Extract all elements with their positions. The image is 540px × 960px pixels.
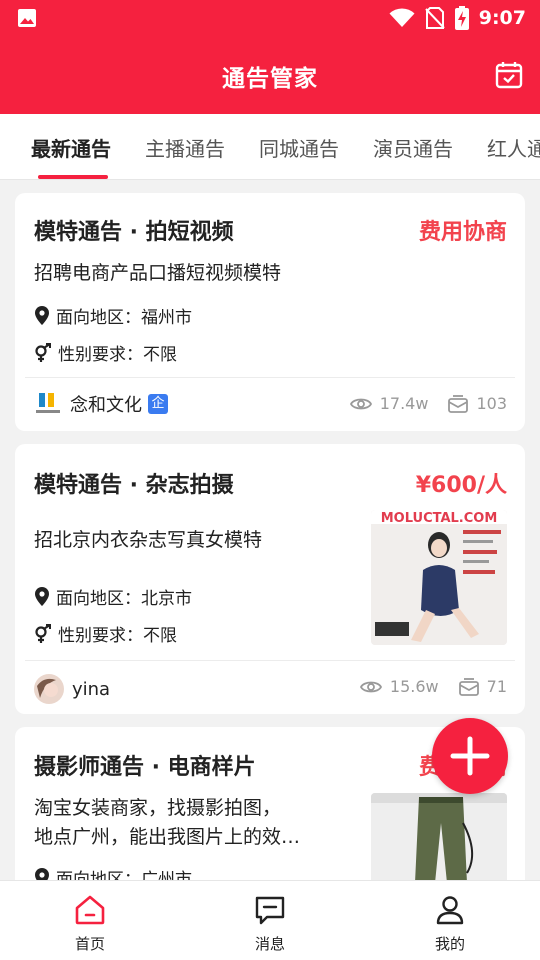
notice-card[interactable]: 模特通告 · 拍短视频 费用协商 招聘电商产品口播短视频模特 面向地区： 福州市 … xyxy=(15,193,525,431)
thumbnail-image: MOLUCTAL.COM xyxy=(371,510,507,645)
battery-charging-icon xyxy=(454,6,469,30)
gender-value: 不限 xyxy=(143,626,177,646)
page-title: 通告管家 xyxy=(222,66,318,92)
card-stats: 15.6w 71 xyxy=(359,677,507,696)
card-gender: 性别要求： 不限 xyxy=(34,340,177,365)
nav-messages-label: 消息 xyxy=(254,935,285,953)
company-logo-icon xyxy=(36,393,60,413)
gender-value: 不限 xyxy=(143,345,177,365)
card-region: 面向地区： 广州市 xyxy=(34,865,192,880)
location-icon xyxy=(35,867,49,880)
region-label: 面向地区： xyxy=(56,308,141,328)
gender-icon xyxy=(35,623,51,643)
region-value: 福州市 xyxy=(141,308,192,328)
tab-indicator xyxy=(38,175,108,179)
card-region: 面向地区： 北京市 xyxy=(34,584,192,609)
category-tabs: 最新通告 主播通告 同城通告 演员通告 红人通 xyxy=(0,114,540,180)
nav-home-label: 首页 xyxy=(74,935,105,953)
tab-latest[interactable]: 最新通告 xyxy=(31,133,111,162)
thumbnail-image xyxy=(371,793,507,880)
card-divider xyxy=(25,660,515,661)
apply-count: 71 xyxy=(486,677,507,696)
location-icon xyxy=(35,586,49,606)
gender-icon xyxy=(35,342,51,362)
nav-profile-label: 我的 xyxy=(434,935,465,953)
card-author[interactable]: yina xyxy=(34,674,110,704)
plus-icon xyxy=(450,736,490,776)
card-desc-line2: 地点广州，能出我图片上的效… xyxy=(34,826,301,848)
author-name: 念和文化 xyxy=(70,395,142,416)
region-label: 面向地区： xyxy=(56,870,141,880)
avatar xyxy=(34,674,64,704)
card-gender: 性别要求： 不限 xyxy=(34,621,177,646)
card-thumbnail[interactable]: MOLUCTAL.COM xyxy=(371,510,507,645)
card-price: ¥600/人 xyxy=(415,473,507,498)
apply-icon xyxy=(458,677,479,696)
apply-icon xyxy=(448,394,469,413)
status-time: 9:07 xyxy=(478,7,526,29)
profile-icon xyxy=(436,896,464,925)
bottom-nav: 首页 消息 我的 xyxy=(0,880,540,960)
eye-icon xyxy=(349,398,372,409)
region-value: 广州市 xyxy=(141,870,192,880)
status-bar: 9:07 xyxy=(0,0,540,36)
card-title: 模特通告 · 杂志拍摄 xyxy=(34,473,234,498)
add-notice-button[interactable] xyxy=(432,718,508,794)
card-desc: 招北京内衣杂志写真女模特 xyxy=(34,529,263,551)
calendar-icon[interactable] xyxy=(494,60,524,90)
message-icon xyxy=(255,896,285,925)
view-count: 17.4w xyxy=(379,394,429,413)
tab-streamer[interactable]: 主播通告 xyxy=(145,133,225,162)
view-count: 15.6w xyxy=(389,677,439,696)
gender-label: 性别要求： xyxy=(58,345,143,365)
enterprise-badge: 企 xyxy=(148,394,168,414)
card-stats: 17.4w 103 xyxy=(349,394,507,413)
gallery-icon xyxy=(18,9,36,27)
card-author[interactable]: 念和文化 企 xyxy=(34,391,168,417)
card-thumbnail[interactable] xyxy=(371,793,507,880)
region-value: 北京市 xyxy=(141,589,192,609)
eye-icon xyxy=(359,681,382,692)
author-name: yina xyxy=(72,678,111,700)
home-icon xyxy=(75,895,105,925)
card-divider xyxy=(25,377,515,378)
tab-local[interactable]: 同城通告 xyxy=(259,133,339,162)
nav-messages[interactable]: 消息 xyxy=(230,895,310,954)
card-price: 费用协商 xyxy=(418,220,507,245)
location-icon xyxy=(35,305,49,325)
region-label: 面向地区： xyxy=(56,589,141,609)
notice-card[interactable]: 模特通告 · 杂志拍摄 ¥600/人 招北京内衣杂志写真女模特 面向地区： 北京市… xyxy=(15,444,525,714)
app-bar: 通告管家 xyxy=(0,36,540,114)
tab-influencer[interactable]: 红人通 xyxy=(487,133,540,162)
nav-home[interactable]: 首页 xyxy=(50,895,130,954)
nav-profile[interactable]: 我的 xyxy=(410,895,490,954)
no-sim-icon xyxy=(425,7,445,29)
card-title: 摄影师通告 · 电商样片 xyxy=(34,755,256,780)
wifi-icon xyxy=(389,8,415,27)
card-region: 面向地区： 福州市 xyxy=(34,303,192,328)
card-desc: 招聘电商产品口播短视频模特 xyxy=(34,262,282,284)
gender-label: 性别要求： xyxy=(58,626,143,646)
card-title: 模特通告 · 拍短视频 xyxy=(34,220,234,245)
card-desc-line1: 淘宝女装商家，找摄影拍图， xyxy=(34,797,282,819)
apply-count: 103 xyxy=(476,394,507,413)
thumbnail-logo-text: MOLUCTAL.COM xyxy=(381,511,498,526)
tab-actor[interactable]: 演员通告 xyxy=(373,133,453,162)
